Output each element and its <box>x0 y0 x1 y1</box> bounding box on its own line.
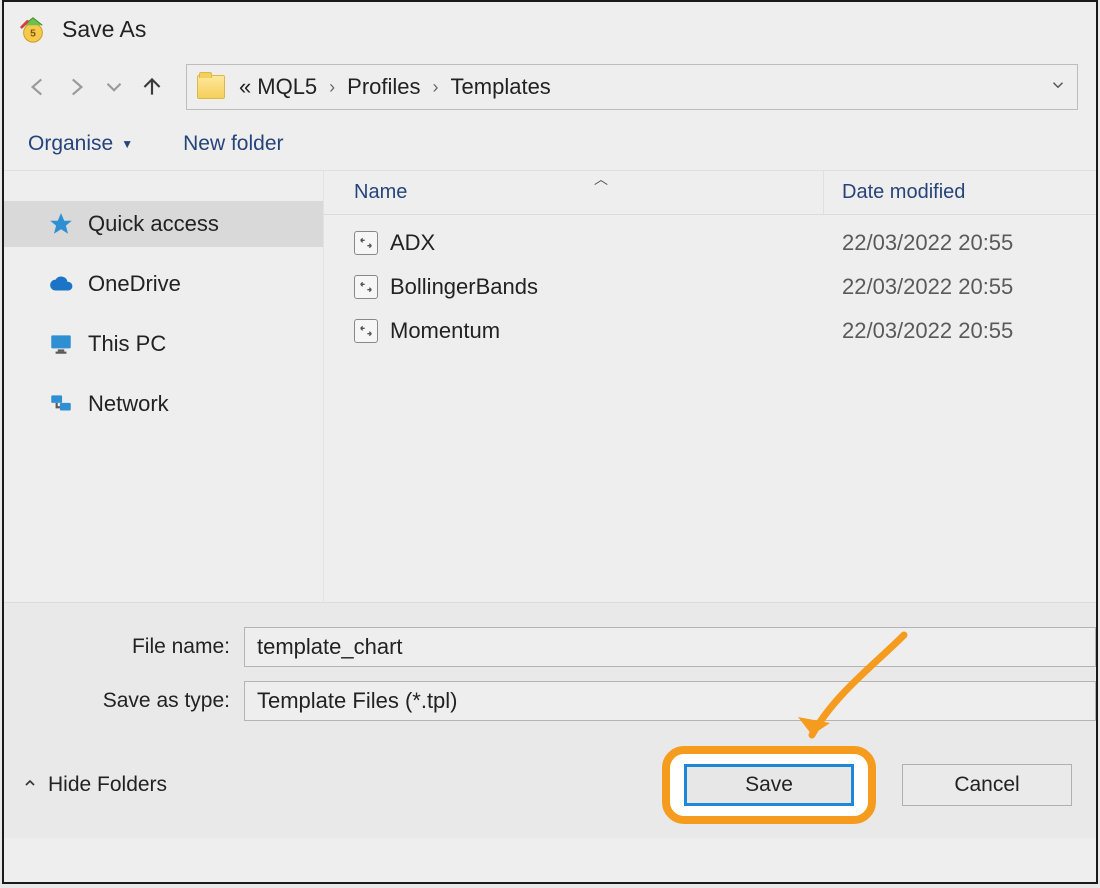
action-buttons: Save Cancel <box>662 746 1072 824</box>
recent-dropdown-icon[interactable] <box>98 71 130 103</box>
forward-button[interactable] <box>60 71 92 103</box>
save-type-label: Save as type: <box>4 689 244 713</box>
up-button[interactable] <box>136 71 168 103</box>
sidebar-item-label: This PC <box>88 331 166 357</box>
organise-menu[interactable]: Organise ▼ <box>28 132 133 156</box>
sidebar-item-label: OneDrive <box>88 271 181 297</box>
main-area: Quick access OneDrive This PC Network <box>4 170 1096 602</box>
sidebar-item-onedrive[interactable]: OneDrive <box>4 261 323 307</box>
nav-row: « MQL5 › Profiles › Templates <box>4 56 1096 118</box>
column-date[interactable]: Date modified <box>824 171 1096 214</box>
app-icon: 5 <box>18 14 48 44</box>
sidebar-item-quick-access[interactable]: Quick access <box>4 201 323 247</box>
toolbar: Organise ▼ New folder <box>4 118 1096 170</box>
nav-arrows <box>22 71 168 103</box>
file-pane: ︿ Name Date modified ADX 22/03/2022 20:5… <box>324 171 1096 602</box>
bottom-panel: File name: template_chart Save as type: … <box>4 602 1096 838</box>
address-bar[interactable]: « MQL5 › Profiles › Templates <box>186 64 1078 110</box>
organise-label: Organise <box>28 132 113 156</box>
titlebar: 5 Save As <box>4 2 1096 56</box>
cancel-button[interactable]: Cancel <box>902 764 1072 806</box>
chevron-down-icon: ▼ <box>121 137 133 151</box>
svg-text:5: 5 <box>30 29 36 40</box>
sidebar-item-label: Network <box>88 391 169 417</box>
breadcrumb-item[interactable]: MQL5 <box>257 74 317 100</box>
star-icon <box>48 211 74 237</box>
save-button[interactable]: Save <box>684 764 854 806</box>
breadcrumb: « MQL5 › Profiles › Templates <box>239 74 551 100</box>
cloud-icon <box>48 271 74 297</box>
annotation-highlight: Save <box>662 746 876 824</box>
column-name[interactable]: Name <box>324 171 824 214</box>
breadcrumb-item[interactable]: Templates <box>451 74 551 100</box>
folder-icon <box>197 75 225 99</box>
save-type-select[interactable]: Template Files (*.tpl) <box>244 681 1096 721</box>
sidebar: Quick access OneDrive This PC Network <box>4 171 324 602</box>
hide-folders-label: Hide Folders <box>48 773 167 797</box>
chevron-right-icon: › <box>427 77 445 98</box>
file-name: BollingerBands <box>390 274 538 300</box>
file-date: 22/03/2022 20:55 <box>824 318 1096 344</box>
chevron-right-icon: › <box>323 77 341 98</box>
sidebar-item-this-pc[interactable]: This PC <box>4 321 323 367</box>
file-row[interactable]: Momentum 22/03/2022 20:55 <box>324 309 1096 353</box>
footer: Hide Folders Save Cancel <box>4 746 1096 824</box>
file-name-row: File name: template_chart <box>4 625 1096 669</box>
chevron-up-icon <box>22 773 38 797</box>
file-name-input[interactable]: template_chart <box>244 627 1096 667</box>
template-file-icon <box>354 319 378 343</box>
save-type-row: Save as type: Template Files (*.tpl) <box>4 679 1096 723</box>
file-list: ADX 22/03/2022 20:55 BollingerBands 22/0… <box>324 215 1096 353</box>
back-button[interactable] <box>22 71 54 103</box>
sidebar-item-network[interactable]: Network <box>4 381 323 427</box>
breadcrumb-item[interactable]: Profiles <box>347 74 420 100</box>
hide-folders-toggle[interactable]: Hide Folders <box>22 773 167 797</box>
save-as-dialog: 5 Save As « MQL5 <box>2 0 1098 884</box>
file-row[interactable]: BollingerBands 22/03/2022 20:55 <box>324 265 1096 309</box>
file-name: Momentum <box>390 318 500 344</box>
file-name: ADX <box>390 230 435 256</box>
file-date: 22/03/2022 20:55 <box>824 274 1096 300</box>
new-folder-button[interactable]: New folder <box>183 132 283 156</box>
template-file-icon <box>354 231 378 255</box>
window-title: Save As <box>62 16 146 43</box>
file-date: 22/03/2022 20:55 <box>824 230 1096 256</box>
address-dropdown-icon[interactable] <box>1049 74 1067 100</box>
breadcrumb-prefix: « <box>239 74 251 100</box>
template-file-icon <box>354 275 378 299</box>
file-row[interactable]: ADX 22/03/2022 20:55 <box>324 221 1096 265</box>
file-name-label: File name: <box>4 635 244 659</box>
column-headers: ︿ Name Date modified <box>324 171 1096 215</box>
sort-indicator-icon: ︿ <box>594 169 608 189</box>
network-icon <box>48 391 74 417</box>
sidebar-item-label: Quick access <box>88 211 219 237</box>
monitor-icon <box>48 331 74 357</box>
